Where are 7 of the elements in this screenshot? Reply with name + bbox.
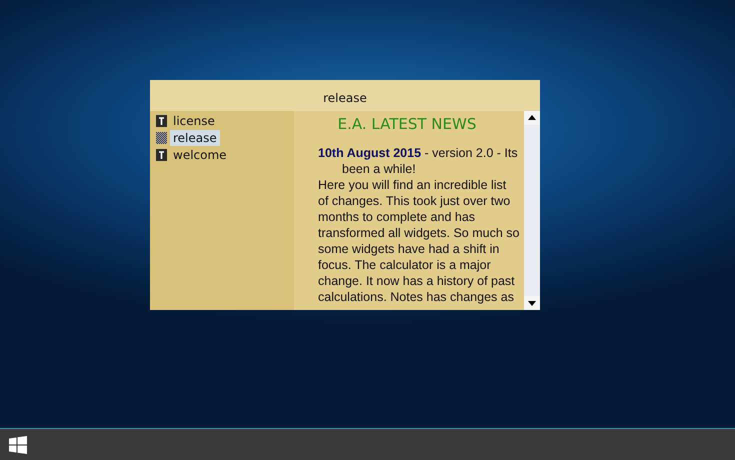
news-headline: 10th August 2015 - version 2.0 - Its been a while!	[318, 145, 519, 177]
news-text: Here you will find an incredible list of changes. This took just over two months to complete and has transformed all widgets. So much so some widgets have had a shift in focus. The calculator is a major change. It now has a history of past calculations. Notes has changes as	[318, 177, 520, 305]
file-item[interactable]: welcome	[170, 147, 230, 163]
file-item[interactable]: release	[170, 130, 220, 146]
window-title: release	[323, 90, 367, 104]
news-heading: E.A. LATEST NEWS	[336, 114, 478, 134]
file-item[interactable]: license	[170, 113, 218, 129]
